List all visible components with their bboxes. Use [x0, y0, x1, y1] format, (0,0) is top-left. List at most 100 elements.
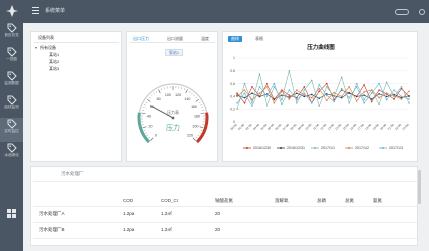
data-point [251, 92, 253, 94]
data-point [281, 98, 283, 101]
gauge-tick [158, 89, 161, 94]
header-toggle[interactable] [395, 9, 409, 15]
gauge-tick-label: 40 [147, 115, 151, 119]
legend-label[interactable]: 2017/1/2 [355, 146, 369, 150]
data-point [303, 92, 306, 94]
data-point [378, 82, 380, 85]
gauge-hub [171, 116, 175, 120]
data-point [318, 105, 321, 107]
sidebar-item[interactable]: 曲线监测 [0, 94, 23, 118]
sidebar-item[interactable]: 一张图 [0, 46, 23, 70]
data-point [251, 102, 253, 104]
data-point [363, 98, 365, 101]
header-user-dot[interactable] [419, 9, 425, 15]
gauge-tick [196, 137, 198, 139]
tag-icon [7, 71, 17, 81]
y-tick-label: 0.4 [230, 95, 235, 99]
data-point [333, 95, 336, 98]
gauge-tick [188, 90, 191, 93]
gauge-tick [163, 87, 165, 90]
line-chart: 00.20.40.60.8100:00 01:00 02:00 03:00 04:00 0… [230, 56, 410, 150]
data-point [266, 93, 268, 95]
gauge-panel: 出口压力 出口流量 温度 泵站1 02040608010012014016018… [126, 31, 218, 162]
table-cell: 1.2㎡ [161, 227, 172, 232]
data-point [281, 90, 283, 93]
data-point [363, 94, 365, 96]
x-tick-label: 14:00 [334, 123, 342, 131]
tree-item[interactable]: 某站3 [49, 66, 59, 72]
x-tick-label: 19:00 [372, 123, 380, 131]
data-point [281, 94, 283, 96]
tab-table[interactable]: 表格 [252, 36, 266, 42]
scrollbar[interactable] [418, 170, 421, 204]
data-point [378, 89, 380, 91]
gauge-tick [150, 94, 153, 97]
table-header-cell: 总氮 [345, 198, 354, 203]
station-button[interactable]: 泵站1 [165, 49, 183, 56]
legend-marker [246, 147, 248, 149]
sidebar-item[interactable]: 监测数据 [0, 70, 23, 94]
divider [33, 181, 417, 182]
tree-item[interactable]: 某站1 [49, 52, 59, 58]
table-title: 污水处理厂 [61, 171, 84, 176]
tree-root-label: 所有设备 [40, 45, 56, 50]
data-point [385, 95, 388, 98]
sidebar-item[interactable]: 首页总览 [0, 22, 23, 46]
table-header-cell: 总磷 [317, 198, 326, 203]
data-point [378, 93, 380, 95]
data-point [385, 98, 388, 101]
data-point [303, 86, 306, 88]
gauge-tick [199, 132, 202, 134]
table-cell: 污水处理厂B [39, 227, 65, 232]
x-tick-label: 08:00 [289, 123, 297, 131]
gauge-tick [181, 87, 183, 90]
tree-root-item[interactable]: ▾ 所有设备 [35, 45, 56, 51]
header-title: 系统菜单 [45, 8, 66, 14]
tag-icon [7, 119, 17, 129]
sidebar-item-label: 一张图 [6, 57, 17, 61]
data-point [236, 108, 238, 110]
tree-item[interactable]: 某站2 [49, 59, 59, 65]
gauge-tick [161, 88, 163, 91]
legend-label[interactable]: 2016/12/31 [287, 146, 305, 150]
legend-label[interactable]: 2016/12/30 [253, 146, 271, 150]
data-point [355, 95, 358, 98]
x-tick-label: 12:00 [319, 123, 327, 131]
table-header-cell: 氨氮 [373, 198, 382, 203]
gauge-tick-label: 0 [155, 133, 157, 137]
sidebar-item-label: 水池绿化 [4, 153, 19, 157]
data-point [296, 98, 298, 101]
data-point [355, 100, 358, 102]
data-point [236, 92, 238, 94]
legend-label[interactable]: 2017/1/1 [321, 146, 335, 150]
data-point [273, 86, 276, 88]
chevron-down-icon[interactable]: ▾ [35, 45, 37, 50]
legend-label[interactable]: 2017/1/3 [389, 146, 403, 150]
data-point [288, 98, 291, 100]
data-point [400, 98, 403, 100]
data-table-panel: 污水处理厂 COD COD_Cr 钠酸盐氮 溶解氧 总磷 总氮 氨氮 污水处理厂A 1.2pa 1… [30, 166, 418, 246]
data-point [310, 79, 313, 82]
data-point [310, 96, 313, 99]
tag-icon [7, 47, 17, 57]
x-tick-label: 18:00 [364, 123, 372, 131]
sidebar-item[interactable]: 实时监控 [0, 118, 23, 142]
gauge-tick [143, 129, 146, 131]
sidebar-item-label: 首页总览 [4, 33, 19, 37]
gauge-tick-label: 140 [184, 97, 190, 101]
data-point [243, 82, 246, 85]
grid-icon[interactable] [7, 209, 16, 218]
data-point [393, 94, 395, 97]
sidebar-item[interactable]: 水池绿化 [0, 142, 23, 166]
gauge-tick [153, 92, 155, 95]
data-point [296, 89, 298, 91]
gauge-tick [148, 96, 151, 99]
data-point [243, 89, 246, 91]
legend-marker [280, 147, 282, 149]
tab-curve[interactable]: 曲线 [228, 36, 242, 42]
data-point [318, 87, 321, 90]
data-point [258, 73, 261, 75]
data-point [318, 84, 321, 86]
gauge-tick [201, 107, 204, 108]
menu-toggle-icon[interactable] [32, 7, 39, 14]
